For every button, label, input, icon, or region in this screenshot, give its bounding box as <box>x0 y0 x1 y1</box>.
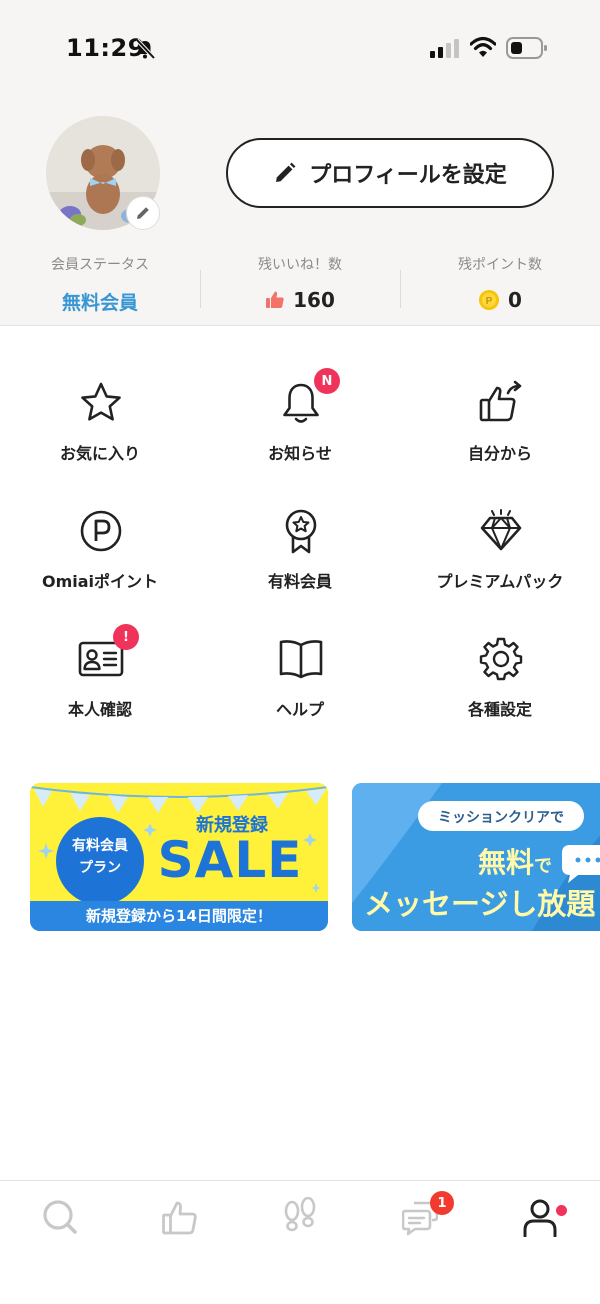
menu-settings[interactable]: 各種設定 <box>400 636 600 746</box>
menu-label: 各種設定 <box>467 700 532 719</box>
sale-circle-line1: 有料会員 <box>72 838 128 854</box>
remaining-points-value: 0 <box>508 288 522 312</box>
book-icon <box>279 640 323 679</box>
edit-avatar-button[interactable] <box>126 196 160 230</box>
sale-circle-line2: プラン <box>79 860 121 876</box>
nav-my-page[interactable] <box>480 1197 600 1247</box>
menu-label: プレミアムパック <box>436 572 564 591</box>
menu-label: 有料会員 <box>267 572 332 591</box>
messages-badge: 1 <box>430 1191 454 1215</box>
menu-label: お気に入り <box>59 444 140 463</box>
menu-label: Omiaiポイント <box>41 572 159 591</box>
mission-line1-suffix: で <box>534 856 552 877</box>
bell-muted-icon <box>135 38 156 60</box>
svg-text:P: P <box>486 296 493 307</box>
sale-footer: 新規登録から14日間限定！ <box>86 907 272 925</box>
remaining-likes-value: 160 <box>293 288 335 312</box>
member-status-stat[interactable]: 会員ステータス 無料会員 <box>0 254 200 315</box>
battery-icon <box>506 37 547 59</box>
menu-label: お知らせ <box>268 444 332 463</box>
nav-messages[interactable]: 1 <box>360 1191 480 1247</box>
nav-footprints[interactable] <box>240 1197 360 1247</box>
remaining-points-label: 残ポイント数 <box>458 257 542 273</box>
menu-paid-membership[interactable]: 有料会員 <box>200 508 400 618</box>
verification-alert-badge: ! <box>113 624 139 650</box>
nav-search[interactable] <box>0 1197 120 1247</box>
nav-likes[interactable] <box>120 1197 240 1247</box>
footprints-icon <box>284 1197 316 1232</box>
menu-label: 本人確認 <box>67 700 132 719</box>
points-icon <box>80 510 122 552</box>
menu-help[interactable]: ヘルプ <box>200 636 400 746</box>
member-status-value: 無料会員 <box>61 292 138 314</box>
remaining-likes-label: 残いいね！数 <box>258 257 342 273</box>
sale-banner[interactable]: 有料会員 プラン 新規登録 SALE 新規登録から14日間限定！ <box>30 783 328 931</box>
member-status-label: 会員ステータス <box>51 257 149 273</box>
diamond-icon <box>480 509 522 551</box>
thumbs-up-icon <box>162 1201 197 1235</box>
remaining-points-row: P 0 <box>400 288 600 312</box>
mission-banner[interactable]: ミッションクリアで 無料で メッセージし放題 <box>352 783 600 931</box>
bottom-nav: 1 <box>0 1180 600 1304</box>
menu-notifications[interactable]: N お知らせ <box>200 368 400 490</box>
status-bar: 11:29 <box>0 0 600 96</box>
pencil-icon <box>276 162 296 182</box>
remaining-likes-stat[interactable]: 残いいね！数 160 <box>200 254 400 312</box>
menu-identity-verification[interactable]: ! 本人確認 <box>0 624 200 746</box>
set-profile-button[interactable]: プロフィールを設定 <box>226 138 554 208</box>
mission-line1-main: 無料 <box>477 846 534 879</box>
profile-header: プロフィールを設定 会員ステータス 無料会員 残いいね！数 160 残ポイント数… <box>0 96 600 326</box>
remaining-points-stat[interactable]: 残ポイント数 P 0 <box>400 254 600 312</box>
search-icon <box>43 1200 77 1234</box>
cellular-signal-icon <box>430 39 459 58</box>
mission-line2: メッセージし放題 <box>364 887 596 921</box>
mission-tag: ミッションクリアで <box>438 810 564 826</box>
menu-label: 自分から <box>467 444 532 463</box>
notification-dot <box>556 1205 567 1216</box>
wifi-icon <box>470 36 496 57</box>
coin-icon: P <box>479 290 500 310</box>
notification-badge: N <box>314 368 340 394</box>
pencil-icon <box>137 207 149 219</box>
menu-sent-likes[interactable]: 自分から <box>400 380 600 490</box>
sale-title: SALE <box>157 831 303 889</box>
thumbs-up-icon <box>266 291 284 308</box>
remaining-likes-row: 160 <box>200 288 400 312</box>
ribbon-icon <box>285 509 317 554</box>
person-icon <box>523 1199 557 1237</box>
set-profile-label: プロフィールを設定 <box>309 163 507 188</box>
star-icon <box>81 382 121 421</box>
mission-line1: 無料で <box>352 841 552 881</box>
gear-icon <box>479 637 523 681</box>
thumb-share-icon <box>479 380 522 422</box>
menu-premium-pack[interactable]: プレミアムパック <box>400 508 600 618</box>
menu-label: ヘルプ <box>275 700 324 719</box>
menu-favorites[interactable]: お気に入り <box>0 380 200 490</box>
menu-omiai-points[interactable]: Omiaiポイント <box>0 508 200 618</box>
